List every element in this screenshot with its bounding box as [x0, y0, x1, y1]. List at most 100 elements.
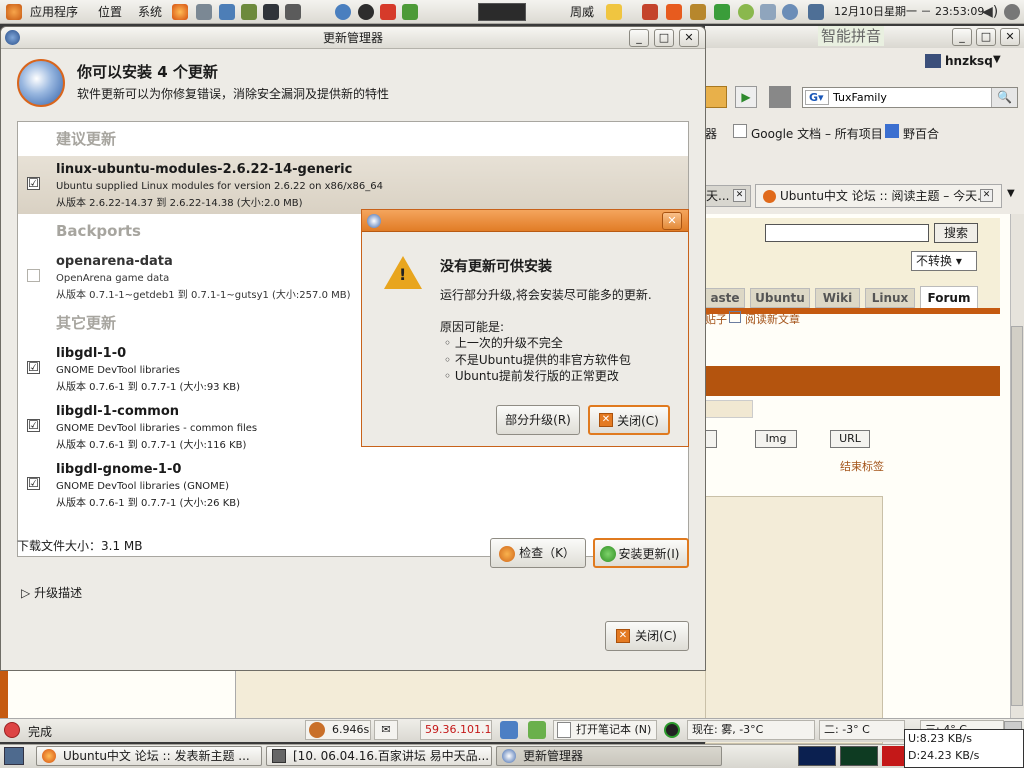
tray-icon-1[interactable] — [642, 4, 658, 20]
convert-select[interactable]: 不转换 ▾ — [911, 251, 977, 271]
um-close-button[interactable]: ✕ 关闭(C) — [605, 621, 689, 651]
nav-tab-ubuntu[interactable]: Ubuntu — [750, 288, 810, 308]
net-monitor-graph[interactable] — [882, 746, 904, 766]
check-button[interactable]: 检查（K） — [490, 538, 586, 568]
toolbar-button-partial[interactable] — [705, 86, 727, 108]
terminal-launcher-icon[interactable] — [263, 4, 279, 20]
download-size: 下载文件大小：3.1 MB — [17, 539, 143, 553]
taskbar-item-firefox[interactable]: Ubuntu中文 论坛 :: 发表新主题 ... — [36, 746, 262, 766]
update-manager-window-icon[interactable] — [5, 30, 20, 45]
power-icon[interactable] — [1004, 4, 1020, 20]
dialog-titlebar — [362, 210, 688, 232]
user-dropdown-icon[interactable]: ▼ — [993, 54, 1001, 65]
status-green-icon[interactable] — [664, 722, 680, 738]
update-checkbox[interactable] — [27, 269, 40, 282]
messenger-icon[interactable] — [402, 4, 418, 20]
nav-tab-forum[interactable]: Forum — [920, 286, 978, 308]
update-icon[interactable] — [714, 4, 730, 20]
mem-monitor-graph[interactable] — [840, 746, 878, 766]
firefox-launcher-icon[interactable] — [172, 4, 188, 20]
network-status-icon[interactable] — [808, 4, 824, 20]
um-minimize-button[interactable]: _ — [629, 29, 649, 47]
network-icon[interactable] — [335, 4, 351, 20]
volume-icon[interactable]: ◀) — [982, 4, 998, 20]
status-stop-icon[interactable] — [4, 722, 20, 738]
bookmark-yebaihe[interactable]: 野百合 — [903, 125, 939, 142]
link-new-posts[interactable]: 阅读新文章 — [745, 311, 800, 327]
forum-search-input[interactable] — [765, 224, 929, 242]
link-posts[interactable]: 贴子 — [705, 311, 727, 327]
menu-places[interactable]: 位置 — [98, 4, 122, 20]
switch-user-icon[interactable] — [606, 4, 622, 20]
um-maximize-button[interactable]: □ — [654, 29, 674, 47]
install-updates-button[interactable]: 安装更新(I) — [593, 538, 689, 568]
monitor-launcher-icon[interactable] — [219, 4, 235, 20]
browser-maximize-button[interactable]: □ — [976, 28, 996, 46]
web-search-input[interactable] — [833, 90, 983, 105]
go-button[interactable]: ▶ — [735, 86, 757, 108]
subject-field[interactable] — [705, 400, 753, 418]
package-version: 从版本 0.7.6-1 到 0.7.7-1 (大小:116 KB) — [56, 440, 247, 451]
tab-1-close-icon[interactable]: ✕ — [733, 189, 746, 202]
ime-indicator[interactable]: 智能拼音 — [818, 26, 885, 46]
menu-system[interactable]: 系统 — [138, 4, 162, 20]
firefox-icon — [42, 749, 56, 763]
update-checkbox[interactable]: ☑ — [27, 177, 40, 190]
google-engine-icon[interactable]: G▾ — [805, 90, 829, 105]
user-label[interactable]: hnzksq — [945, 54, 993, 68]
update-checkbox[interactable]: ☑ — [27, 361, 40, 374]
tray-icon-2[interactable] — [666, 4, 682, 20]
nav-tab-wiki[interactable]: Wiki — [815, 288, 860, 308]
tab-2-close-icon[interactable]: ✕ — [980, 189, 993, 202]
bbcode-img-button[interactable]: Img — [755, 430, 797, 448]
screenshot-launcher-icon[interactable] — [285, 4, 301, 20]
browser-close-button[interactable]: ✕ — [1000, 28, 1020, 46]
update-checkbox[interactable]: ☑ — [27, 419, 40, 432]
tray-icon-7[interactable] — [782, 4, 798, 20]
taskbar-item-update-manager[interactable]: 更新管理器 — [496, 746, 722, 766]
tray-icon-6[interactable] — [760, 4, 776, 20]
bbcode-button-partial[interactable] — [705, 430, 717, 448]
dialog-window-icon[interactable] — [367, 214, 381, 228]
qq-messenger-icon[interactable] — [380, 4, 396, 20]
status-addon-icon[interactable] — [500, 721, 518, 739]
user-name[interactable]: 周威 — [570, 4, 594, 20]
search-magnifier-icon[interactable]: 🔍 — [991, 88, 1017, 107]
bbcode-url-button[interactable]: URL — [830, 430, 870, 448]
nav-tab-paste[interactable]: aste — [705, 288, 745, 308]
tray-icon-5[interactable] — [738, 4, 754, 20]
tray-icon-3[interactable] — [690, 4, 706, 20]
end-tag-link[interactable]: 结束标签 — [840, 458, 884, 474]
taskbar-item-video[interactable]: [10. 06.04.16.百家讲坛 易中天品... — [266, 746, 492, 766]
video-thumbnail[interactable] — [478, 3, 526, 21]
extension-icon[interactable] — [769, 86, 791, 108]
ubuntu-logo-icon[interactable] — [6, 4, 22, 20]
update-row[interactable]: ☑ linux-ubuntu-modules-2.6.22-14-generic… — [18, 156, 688, 214]
settings-launcher-icon[interactable] — [196, 4, 212, 20]
tab-list-icon[interactable]: ▼ — [1007, 188, 1015, 199]
forum-search-button[interactable]: 搜索 — [934, 223, 978, 243]
update-row[interactable]: ☑ libgdl-gnome-1-0 GNOME DevTool librari… — [18, 456, 688, 514]
menu-applications[interactable]: 应用程序 — [30, 4, 78, 20]
details-expander[interactable]: ▷ 升级描述 — [21, 584, 82, 601]
um-close-window-button[interactable]: ✕ — [679, 29, 699, 47]
nav-tab-linux[interactable]: Linux — [865, 288, 915, 308]
browser-minimize-button[interactable]: _ — [952, 28, 972, 46]
bookmark-partial[interactable]: 器 — [705, 125, 717, 142]
bookmark-google-docs[interactable]: Google 文档 – 所有项目 — [751, 125, 883, 142]
clock[interactable]: 12月10日星期一 － 23:53:09 — [834, 4, 984, 20]
status-addon-icon-2[interactable] — [528, 721, 546, 739]
dialog-close-button[interactable]: ✕ 关闭(C) — [588, 405, 670, 435]
book-launcher-icon[interactable] — [241, 4, 257, 20]
scrollbar-thumb[interactable] — [1011, 326, 1023, 706]
mail-icon[interactable]: ✉ — [374, 720, 398, 740]
web-search-box[interactable]: G▾ 🔍 — [802, 87, 1018, 108]
qq-icon[interactable] — [358, 4, 374, 20]
partial-upgrade-button[interactable]: 部分升级(R) — [496, 405, 580, 435]
dialog-close-icon[interactable]: ✕ — [662, 212, 682, 230]
message-textarea[interactable] — [705, 496, 883, 744]
update-checkbox[interactable]: ☑ — [27, 477, 40, 490]
cpu-monitor-graph[interactable] — [798, 746, 836, 766]
show-desktop-icon[interactable] — [4, 747, 24, 765]
browser-tab-2[interactable]: Ubuntu中文 论坛 :: 阅读主题 – 今天... — [755, 184, 1002, 208]
